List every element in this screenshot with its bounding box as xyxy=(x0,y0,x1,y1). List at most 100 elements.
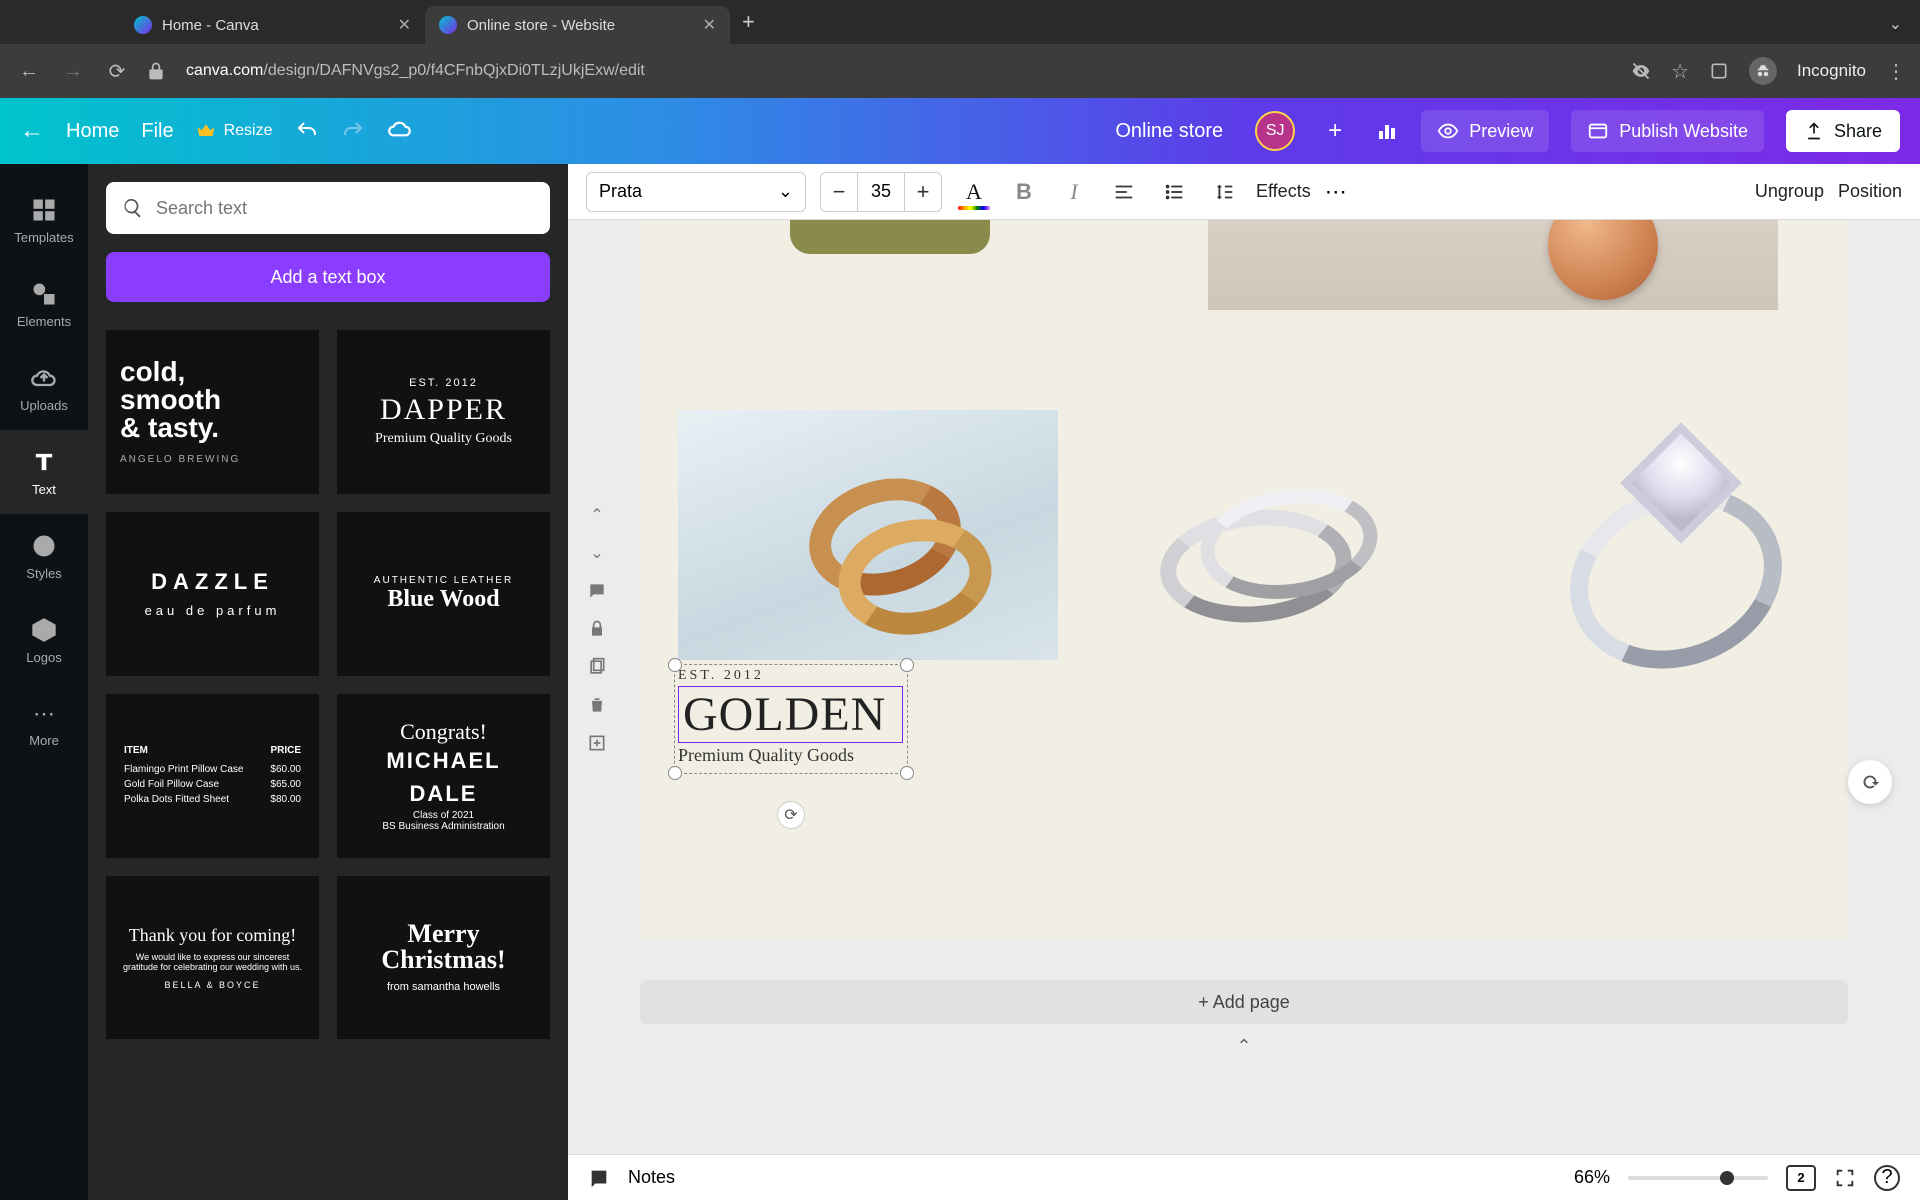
bold-button[interactable]: B xyxy=(1006,174,1042,210)
tabs-overflow-icon[interactable]: ⌄ xyxy=(1889,14,1902,34)
alignment-button[interactable] xyxy=(1106,174,1142,210)
text-est[interactable]: EST. 2012 xyxy=(678,668,903,684)
sync-status-icon[interactable] xyxy=(387,118,413,144)
button-element[interactable] xyxy=(790,220,990,254)
text-main-editing[interactable]: GOLDEN xyxy=(678,686,903,743)
page-down-button[interactable]: ⌄ xyxy=(582,538,612,568)
text-template[interactable]: EST. 2012 DAPPER Premium Quality Goods xyxy=(337,330,550,494)
image-diamond-ring[interactable] xyxy=(1518,400,1798,680)
ring-graphic xyxy=(798,480,948,590)
browser-tab-design[interactable]: Online store - Website ✕ xyxy=(425,6,730,44)
selected-text-group[interactable]: EST. 2012 GOLDEN Premium Quality Goods xyxy=(678,668,903,766)
tab-title: Home - Canva xyxy=(162,17,259,34)
rotate-handle[interactable]: ⟳ xyxy=(777,801,805,829)
close-icon[interactable]: ✕ xyxy=(398,15,411,35)
back-button[interactable]: ← xyxy=(14,56,44,86)
incognito-icon xyxy=(1749,57,1777,85)
effects-button[interactable]: Effects xyxy=(1256,181,1311,202)
text-template[interactable]: cold, smooth & tasty. ANGELO BREWING xyxy=(106,330,319,494)
text-template[interactable]: ITEMPRICE Flamingo Print Pillow Case$60.… xyxy=(106,694,319,858)
browser-menu-icon[interactable]: ⋮ xyxy=(1886,59,1906,84)
file-button[interactable]: File xyxy=(141,120,173,143)
text-template[interactable]: Merry Christmas! from samantha howells xyxy=(337,876,550,1040)
font-size-stepper: − 35 + xyxy=(820,172,942,212)
bottom-bar: Notes 66% 2 ? xyxy=(568,1154,1920,1200)
lock-button[interactable] xyxy=(582,614,612,644)
document-title[interactable]: Online store xyxy=(1115,120,1223,143)
duplicate-button[interactable] xyxy=(582,652,612,682)
resize-button[interactable]: Resize xyxy=(196,121,273,141)
add-text-box-button[interactable]: Add a text box xyxy=(106,252,550,302)
text-template[interactable]: Thank you for coming! We would like to e… xyxy=(106,876,319,1040)
rail-text[interactable]: Text xyxy=(0,430,88,514)
image-gold-rings[interactable] xyxy=(678,410,1058,660)
decrease-size-button[interactable]: − xyxy=(821,173,857,211)
expand-pages-icon[interactable]: ⌃ xyxy=(1236,1036,1251,1057)
publish-button[interactable]: Publish Website xyxy=(1571,110,1764,152)
list-button[interactable] xyxy=(1156,174,1192,210)
text-template[interactable]: DAZZLE eau de parfum xyxy=(106,512,319,676)
design-page[interactable]: EST. 2012 GOLDEN Premium Quality Goods ⟳ xyxy=(640,220,1848,940)
extensions-icon[interactable] xyxy=(1709,61,1729,81)
url-display[interactable]: canva.com/design/DAFNVgs2_p0/f4CFnbQjxDi… xyxy=(186,62,1617,80)
rail-templates[interactable]: Templates xyxy=(0,178,88,262)
search-text-field[interactable] xyxy=(106,182,550,234)
bookmark-icon[interactable]: ☆ xyxy=(1671,59,1689,84)
new-tab-button[interactable]: + xyxy=(730,9,767,35)
page-up-button[interactable]: ⌃ xyxy=(582,500,612,530)
ungroup-button[interactable]: Ungroup xyxy=(1755,181,1824,202)
ring-graphic xyxy=(1548,430,1768,650)
browser-addressbar: ← → ⟳ canva.com/design/DAFNVgs2_p0/f4CFn… xyxy=(0,44,1920,98)
image-silver-rings[interactable] xyxy=(1120,470,1400,630)
rail-styles[interactable]: Styles xyxy=(0,514,88,598)
share-button[interactable]: Share xyxy=(1786,110,1900,152)
resize-handle[interactable] xyxy=(668,766,682,780)
spacing-button[interactable] xyxy=(1206,174,1242,210)
rail-elements[interactable]: Elements xyxy=(0,262,88,346)
search-input[interactable] xyxy=(156,198,534,219)
zoom-slider[interactable] xyxy=(1628,1176,1768,1180)
text-template[interactable]: Congrats! MICHAEL DALE Class of 2021 BS … xyxy=(337,694,550,858)
browser-tab-home[interactable]: Home - Canva ✕ xyxy=(120,6,425,44)
image-coin[interactable] xyxy=(1208,220,1778,310)
zoom-label[interactable]: 66% xyxy=(1574,1167,1610,1188)
increase-size-button[interactable]: + xyxy=(905,173,941,211)
home-button[interactable]: Home xyxy=(66,120,119,143)
undo-button[interactable] xyxy=(295,119,319,143)
close-icon[interactable]: ✕ xyxy=(703,15,716,35)
comments-button[interactable] xyxy=(582,576,612,606)
more-options-button[interactable]: ⋯ xyxy=(1325,179,1349,205)
back-to-home-icon[interactable]: ← xyxy=(20,117,44,145)
user-avatar[interactable]: SJ xyxy=(1255,111,1295,151)
text-template[interactable]: AUTHENTIC LEATHER Blue Wood xyxy=(337,512,550,676)
notes-button[interactable]: Notes xyxy=(628,1167,675,1188)
rail-more[interactable]: ⋯More xyxy=(0,682,88,766)
text-color-button[interactable]: A xyxy=(956,174,992,210)
italic-button[interactable]: I xyxy=(1056,174,1092,210)
zoom-thumb[interactable] xyxy=(1720,1171,1734,1185)
font-family-select[interactable]: Prata ⌄ xyxy=(586,172,806,212)
eye-icon xyxy=(1437,120,1459,142)
resize-handle[interactable] xyxy=(900,766,914,780)
forward-button[interactable]: → xyxy=(58,56,88,86)
position-button[interactable]: Position xyxy=(1838,181,1902,202)
redo-button[interactable] xyxy=(341,119,365,143)
rail-uploads[interactable]: Uploads xyxy=(0,346,88,430)
fullscreen-button[interactable] xyxy=(1834,1167,1856,1189)
chevron-down-icon: ⌄ xyxy=(778,181,793,202)
font-size-value[interactable]: 35 xyxy=(857,173,905,211)
page-count-badge[interactable]: 2 xyxy=(1786,1165,1816,1191)
rail-logos[interactable]: Logos xyxy=(0,598,88,682)
regenerate-fab[interactable] xyxy=(1848,760,1892,804)
add-button[interactable] xyxy=(582,728,612,758)
preview-button[interactable]: Preview xyxy=(1421,110,1549,152)
tracking-icon[interactable] xyxy=(1631,61,1651,81)
add-page-button[interactable]: + Add page xyxy=(640,980,1848,1024)
add-collaborator-button[interactable]: + xyxy=(1317,113,1353,149)
help-button[interactable]: ? xyxy=(1874,1165,1900,1191)
text-sub[interactable]: Premium Quality Goods xyxy=(678,745,903,766)
reload-button[interactable]: ⟳ xyxy=(102,56,132,86)
delete-button[interactable] xyxy=(582,690,612,720)
canvas-area[interactable]: EST. 2012 GOLDEN Premium Quality Goods ⟳… xyxy=(568,220,1920,1154)
insights-button[interactable] xyxy=(1375,119,1399,143)
